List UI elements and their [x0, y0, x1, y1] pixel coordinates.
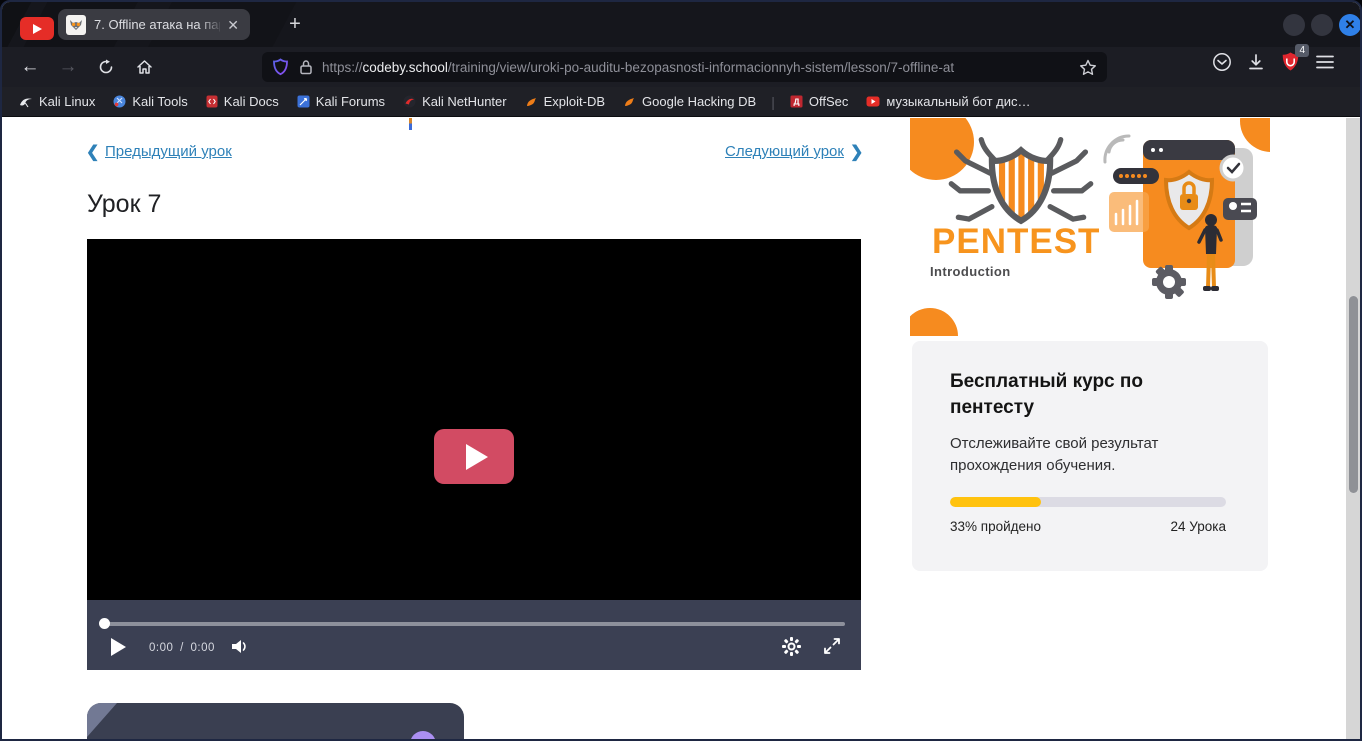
menu-hamburger-icon[interactable]: [1315, 53, 1335, 71]
bookmarks-toolbar: Kali Linux Kali Tools Kali Docs Kali For…: [2, 87, 1360, 117]
tracking-protection-shield-icon[interactable]: [272, 58, 289, 76]
chat-corner-accent: [87, 703, 117, 737]
video-player[interactable]: 0:00 / 0:00: [87, 239, 861, 670]
bookmark-kali-linux[interactable]: Kali Linux: [12, 91, 102, 112]
titlebar: 7. Offline атака на пароли ✕ + ✕: [2, 2, 1360, 47]
bookmark-music-bot[interactable]: музыкальный бот дис…: [859, 91, 1037, 112]
ghdb-bird-icon: [623, 96, 636, 108]
course-chat-panel[interactable]: Чат курса: [87, 703, 464, 741]
site-favicon-owl: [66, 15, 86, 35]
bookmark-offsec[interactable]: Д OffSec: [783, 91, 856, 112]
ublock-extension-button[interactable]: 4: [1280, 51, 1301, 72]
youtube-play-icon: [33, 24, 42, 34]
lessons-count-label: 24 Урока: [1171, 519, 1226, 534]
bookmark-star-icon[interactable]: [1079, 59, 1097, 76]
reload-button[interactable]: [90, 53, 122, 81]
kali-nethunter-icon: [403, 95, 416, 108]
bookmark-kali-tools[interactable]: Kali Tools: [106, 91, 194, 112]
tab-title-fade: [198, 16, 224, 34]
back-button[interactable]: ←: [14, 53, 46, 81]
bookmark-kali-docs[interactable]: Kali Docs: [199, 91, 286, 112]
play-triangle-icon: [466, 444, 488, 470]
window-maximize-button[interactable]: [1311, 14, 1333, 36]
page-scrollbar-thumb[interactable]: [1349, 296, 1358, 493]
next-lesson-chevron[interactable]: ❯: [850, 142, 863, 162]
brand-subtitle: Introduction: [930, 264, 1011, 279]
chat-title: Чат курса: [126, 736, 193, 741]
svg-text:Д: Д: [793, 97, 799, 107]
chat-bubble-icon[interactable]: [405, 728, 441, 741]
kali-tools-icon: [113, 95, 126, 108]
card-title: Бесплатный курс по пентесту: [950, 369, 1230, 420]
brand-title: PENTEST: [932, 222, 1100, 262]
settings-gear-icon[interactable]: [781, 636, 802, 657]
bookmark-exploit-db[interactable]: Exploit-DB: [518, 91, 612, 112]
browser-window: 7. Offline атака на пароли ✕ + ✕ ← →: [0, 0, 1362, 741]
bookmarks-separator: |: [767, 94, 779, 110]
course-banner: PENTEST Introduction: [910, 118, 1270, 336]
video-play-button[interactable]: [111, 638, 126, 656]
window-minimize-button[interactable]: [1283, 14, 1305, 36]
window-close-button[interactable]: ✕: [1339, 14, 1361, 36]
kali-dragon-icon: [19, 96, 33, 108]
url-bar[interactable]: https://codeby.school/training/view/urok…: [262, 52, 1107, 82]
course-progress-track: [950, 497, 1226, 507]
lesson-title: Урок 7: [87, 190, 161, 219]
bookmark-kali-nethunter[interactable]: Kali NetHunter: [396, 91, 514, 112]
url-path: /training/view/uroki-po-auditu-bezopasno…: [448, 60, 954, 75]
home-icon: [136, 59, 153, 75]
clipped-heading-fragment: [409, 118, 412, 130]
course-progress-fill: [950, 497, 1041, 507]
next-lesson-link[interactable]: Следующий урок: [725, 143, 844, 160]
volume-icon[interactable]: [230, 637, 250, 656]
pocket-icon[interactable]: [1212, 52, 1232, 72]
bookmark-kali-forums[interactable]: Kali Forums: [290, 91, 392, 112]
pinned-tab-youtube[interactable]: [20, 17, 54, 40]
page-content: ❮ Предыдущий урок Следующий урок ❯ Урок …: [2, 118, 1360, 741]
pentest-spider-logo: [946, 136, 1096, 228]
banner-orange-circle-bottomleft: [910, 308, 958, 336]
fullscreen-icon[interactable]: [823, 637, 841, 655]
play-icon: [111, 638, 126, 656]
extension-badge: 4: [1295, 44, 1309, 57]
toolbar-right-icons: 4: [1212, 51, 1335, 72]
downloads-icon[interactable]: [1246, 52, 1266, 72]
url-domain: codeby.school: [363, 60, 448, 75]
security-illustration: [1095, 126, 1267, 312]
video-seek-bar[interactable]: [103, 622, 845, 626]
url-text: https://codeby.school/training/view/urok…: [322, 60, 1050, 75]
video-time-display: 0:00 / 0:00: [149, 642, 215, 654]
course-progress-card: Бесплатный курс по пентесту Отслеживайте…: [912, 341, 1268, 571]
active-tab[interactable]: 7. Offline атака на пароли ✕: [58, 9, 250, 40]
new-tab-button[interactable]: +: [282, 11, 308, 37]
card-description: Отслеживайте свой результат прохождения …: [950, 433, 1220, 477]
home-button[interactable]: [128, 53, 160, 81]
reload-icon: [98, 59, 114, 75]
url-protocol: https://: [322, 60, 363, 75]
offsec-icon: Д: [790, 95, 803, 108]
progress-percent-label: 33% пройдено: [950, 519, 1041, 534]
prev-lesson-chevron[interactable]: ❮: [86, 142, 99, 162]
tab-close-button[interactable]: ✕: [224, 16, 242, 34]
kali-docs-icon: [206, 95, 218, 108]
kali-forums-icon: [297, 95, 310, 108]
bookmark-google-hacking-db[interactable]: Google Hacking DB: [616, 91, 763, 112]
lock-icon: [299, 59, 313, 75]
video-seek-handle[interactable]: [99, 618, 110, 629]
youtube-icon: [866, 96, 880, 107]
forward-button[interactable]: →: [52, 53, 84, 81]
exploit-db-bird-icon: [525, 96, 538, 108]
video-big-play-button[interactable]: [434, 429, 514, 484]
video-control-bar: 0:00 / 0:00: [87, 600, 861, 670]
prev-lesson-link[interactable]: Предыдущий урок: [105, 143, 232, 160]
